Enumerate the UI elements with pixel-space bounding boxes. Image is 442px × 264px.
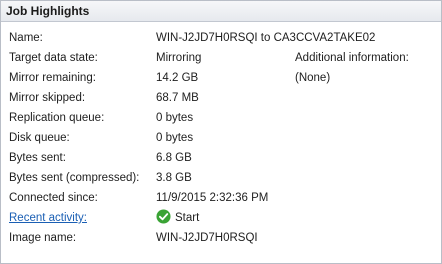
recent-activity-link[interactable]: Recent activity:: [9, 208, 87, 228]
mirror-skipped-label: Mirror skipped:: [9, 92, 86, 104]
panel-title: Job Highlights: [1, 1, 441, 22]
job-highlights-panel: Job Highlights Name: WIN-J2JD7H0RSQI to …: [0, 0, 442, 264]
additional-information-value: (None): [295, 72, 331, 84]
row-bytes-sent-compressed: Bytes sent (compressed): 3.8 GB: [1, 168, 441, 188]
target-data-state-label: Target data state:: [9, 52, 98, 64]
additional-information-label: Additional information:: [295, 52, 409, 64]
name-label: Name:: [9, 32, 43, 44]
row-disk-queue: Disk queue: 0 bytes: [1, 128, 441, 148]
bytes-sent-compressed-value: 3.8 GB: [156, 172, 192, 184]
name-value: WIN-J2JD7H0RSQI to CA3CCVA2TAKE02: [156, 32, 376, 44]
row-connected-since: Connected since: 11/9/2015 2:32:36 PM: [1, 188, 441, 208]
bytes-sent-label: Bytes sent:: [9, 152, 66, 164]
connected-since-value: 11/9/2015 2:32:36 PM: [156, 192, 269, 204]
row-name: Name: WIN-J2JD7H0RSQI to CA3CCVA2TAKE02: [1, 28, 441, 48]
row-mirror-skipped: Mirror skipped: 68.7 MB: [1, 88, 441, 108]
mirror-skipped-value: 68.7 MB: [156, 92, 199, 104]
bytes-sent-compressed-label: Bytes sent (compressed):: [9, 172, 140, 184]
bytes-sent-value: 6.8 GB: [156, 152, 192, 164]
row-mirror-remaining: Mirror remaining: 14.2 GB (None): [1, 68, 441, 88]
target-data-state-value: Mirroring: [156, 52, 202, 64]
image-name-label: Image name:: [9, 232, 77, 244]
row-recent-activity: Recent activity: Start: [1, 208, 441, 228]
disk-queue-label: Disk queue:: [9, 132, 70, 144]
row-replication-queue: Replication queue: 0 bytes: [1, 108, 441, 128]
disk-queue-value: 0 bytes: [156, 132, 194, 144]
mirror-remaining-label: Mirror remaining:: [9, 72, 96, 84]
mirror-remaining-value: 14.2 GB: [156, 72, 199, 84]
row-bytes-sent: Bytes sent: 6.8 GB: [1, 148, 441, 168]
image-name-value: WIN-J2JD7H0RSQI: [156, 232, 258, 244]
row-target-data-state: Target data state: Mirroring Additional …: [1, 48, 441, 68]
row-image-name: Image name: WIN-J2JD7H0RSQI: [1, 228, 441, 248]
recent-activity-text: Start: [175, 212, 200, 224]
replication-queue-value: 0 bytes: [156, 112, 194, 124]
green-check-icon: [156, 209, 171, 224]
connected-since-label: Connected since:: [9, 192, 98, 204]
replication-queue-label: Replication queue:: [9, 112, 105, 124]
recent-activity-value: Start: [156, 208, 199, 228]
